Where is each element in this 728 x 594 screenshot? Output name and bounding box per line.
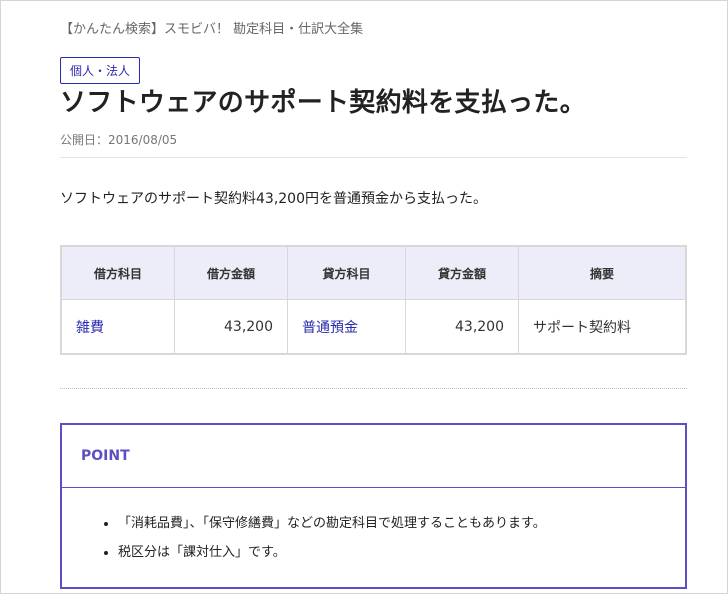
point-list: 「消耗品費」、「保守修繕費」などの勘定科目で処理することもあります。 税区分は「… [62, 512, 685, 560]
col-header-credit-account: 貸方科目 [287, 245, 406, 300]
page-frame: 【かんたん検索】スモビバ！ 勘定科目・仕訳大全集 個人・法人 ソフトウェアのサポ… [0, 0, 728, 594]
debit-account-link[interactable]: 雑費 [76, 320, 104, 336]
credit-account-cell: 普通預金 [287, 299, 406, 355]
published-date: 公開日：2016/08/05 [60, 131, 687, 158]
journal-table: 借方科目 借方金額 貸方科目 貸方金額 摘要 雑費 43,200 普通預金 43 [60, 245, 687, 355]
table-header-row: 借方科目 借方金額 貸方科目 貸方金額 摘要 [60, 245, 687, 300]
debit-account-cell: 雑費 [60, 299, 175, 355]
article-content: 【かんたん検索】スモビバ！ 勘定科目・仕訳大全集 個人・法人 ソフトウェアのサポ… [60, 1, 687, 589]
site-title-link[interactable]: 【かんたん検索】スモビバ！ 勘定科目・仕訳大全集 [60, 18, 363, 37]
list-item: 税区分は「課対仕入」です。 [118, 541, 685, 560]
credit-account-link[interactable]: 普通預金 [302, 320, 358, 336]
col-header-credit-amount: 貸方金額 [405, 245, 519, 300]
table-row: 雑費 43,200 普通預金 43,200 サポート契約料 [60, 299, 687, 355]
dotted-divider [60, 388, 687, 389]
list-item: 「消耗品費」、「保守修繕費」などの勘定科目で処理することもあります。 [118, 512, 685, 531]
page-title: ソフトウェアのサポート契約料を支払った。 [60, 88, 587, 118]
category-badge[interactable]: 個人・法人 [60, 57, 141, 84]
col-header-debit-amount: 借方金額 [174, 245, 288, 300]
credit-amount-cell: 43,200 [405, 299, 519, 355]
point-box: POINT 「消耗品費」、「保守修繕費」などの勘定科目で処理することもあります。… [60, 423, 687, 589]
debit-amount-cell: 43,200 [174, 299, 288, 355]
category-row: 個人・法人 [60, 47, 687, 84]
col-header-debit-account: 借方科目 [60, 245, 175, 300]
point-heading: POINT [62, 425, 685, 488]
col-header-memo: 摘要 [518, 245, 687, 300]
memo-cell: サポート契約料 [518, 299, 687, 355]
lead-text: ソフトウェアのサポート契約料43,200円を普通預金から支払った。 [60, 191, 487, 207]
